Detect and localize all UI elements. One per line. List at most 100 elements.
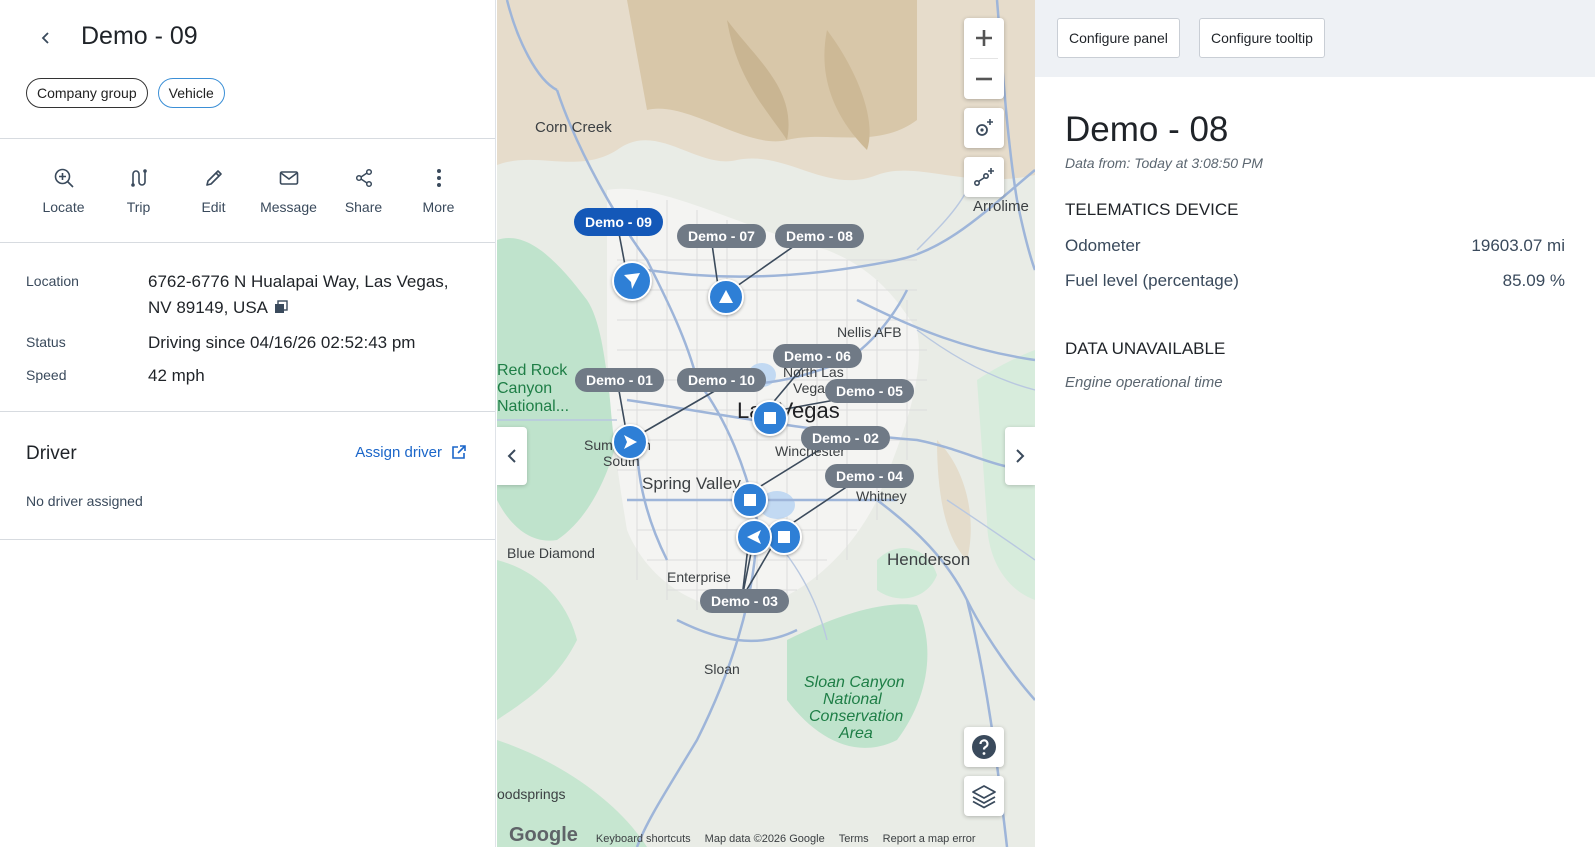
- vehicle-chip[interactable]: Vehicle: [157, 78, 225, 108]
- vehicle-label-demo-02[interactable]: Demo - 02: [801, 426, 890, 450]
- chip-group: Company group Vehicle: [26, 78, 225, 108]
- location-value-wrap: 6762-6776 N Hualapai Way, Las Vegas, NV …: [148, 269, 468, 322]
- vehicle-label-demo-08[interactable]: Demo - 08: [775, 224, 864, 248]
- assign-driver-label: Assign driver: [355, 444, 442, 461]
- map-help-button[interactable]: [964, 727, 1004, 767]
- more-vertical-icon: [436, 168, 441, 187]
- vehicle-label-demo-09[interactable]: Demo - 09: [574, 208, 663, 236]
- label-sloan-conservation: Conservation: [809, 708, 904, 725]
- add-zone-button[interactable]: [964, 108, 1004, 148]
- external-link-icon: [452, 445, 466, 459]
- label-arrolime: Arrolime: [973, 198, 1029, 215]
- vehicle-label-demo-04[interactable]: Demo - 04: [825, 464, 914, 488]
- panel-header: Demo - 09 Company group Vehicle: [0, 0, 495, 139]
- vehicle-label-demo-03[interactable]: Demo - 03: [700, 589, 789, 613]
- label-national: National...: [497, 398, 570, 415]
- vehicle-label-demo-01[interactable]: Demo - 01: [575, 368, 664, 392]
- edit-label: Edit: [201, 198, 226, 215]
- vehicle-marker-demo-09[interactable]: [612, 261, 652, 301]
- vehicle-marker-demo-01[interactable]: [612, 424, 648, 460]
- location-value: 6762-6776 N Hualapai Way, Las Vegas, NV …: [148, 272, 449, 317]
- zoom-in-icon: [54, 168, 74, 188]
- fuel-value: 85.09 %: [1502, 271, 1565, 290]
- plus-icon: [976, 30, 992, 46]
- vehicle-marker-demo-03[interactable]: [736, 519, 772, 555]
- terms-link[interactable]: Terms: [839, 833, 869, 847]
- pencil-icon: [205, 169, 222, 186]
- map-view[interactable]: Corn Creek Arrolime Nellis AFB North Las…: [497, 0, 1035, 847]
- speed-label: Speed: [26, 367, 67, 383]
- chevron-left-icon: [41, 32, 49, 44]
- back-button[interactable]: [34, 26, 58, 50]
- locate-button[interactable]: Locate: [26, 167, 101, 215]
- zoom-out-button[interactable]: [964, 59, 1004, 99]
- more-button[interactable]: More: [401, 167, 476, 215]
- odometer-row: Odometer 19603.07 mi: [1065, 236, 1565, 256]
- location-label: Location: [26, 273, 79, 289]
- fuel-row: Fuel level (percentage) 85.09 %: [1065, 271, 1565, 291]
- unavailable-section-title: DATA UNAVAILABLE: [1065, 339, 1226, 358]
- minus-icon: [976, 77, 992, 81]
- message-label: Message: [260, 198, 317, 215]
- configure-panel-button[interactable]: Configure panel: [1057, 18, 1180, 58]
- app-root: Demo - 09 Company group Vehicle Locate T…: [0, 0, 1595, 847]
- layers-icon: [972, 785, 996, 809]
- add-route-button[interactable]: [964, 157, 1004, 197]
- stopped-square-icon: [744, 494, 756, 506]
- share-button[interactable]: Share: [326, 167, 401, 215]
- driver-title: Driver: [26, 443, 77, 464]
- trip-icon: [130, 168, 147, 187]
- navigation-arrow-icon: [747, 530, 761, 544]
- label-sloan-canyon: Sloan Canyon: [804, 674, 905, 691]
- vehicle-detail-panel: Demo - 09 Company group Vehicle Locate T…: [0, 0, 496, 847]
- label-goodsprings: oodsprings: [497, 786, 566, 802]
- trip-label: Trip: [126, 198, 151, 215]
- speed-value: 42 mph: [148, 366, 205, 385]
- vehicle-marker-demo-07[interactable]: [708, 279, 744, 315]
- navigation-arrow-icon: [624, 273, 640, 289]
- chevron-right-icon: [1016, 449, 1025, 463]
- label-sloan-national: National: [823, 691, 882, 708]
- vehicle-label-demo-05[interactable]: Demo - 05: [825, 379, 914, 403]
- vehicle-label-demo-10[interactable]: Demo - 10: [677, 368, 766, 392]
- vehicle-marker-demo-10[interactable]: [752, 400, 788, 436]
- route-add-icon: [973, 168, 994, 187]
- map-layers-button[interactable]: [964, 776, 1004, 816]
- label-spring-valley: Spring Valley: [642, 474, 741, 493]
- zoom-control: [964, 18, 1004, 99]
- collapse-right-panel-button[interactable]: [1005, 427, 1035, 485]
- company-group-chip[interactable]: Company group: [26, 78, 148, 108]
- status-row: Status Driving since 04/16/26 02:52:43 p…: [26, 330, 468, 356]
- unavailable-item: Engine operational time: [1065, 374, 1223, 391]
- edit-button[interactable]: Edit: [176, 167, 251, 215]
- keyboard-shortcuts-link[interactable]: Keyboard shortcuts: [596, 833, 691, 847]
- locate-label: Locate: [42, 198, 85, 215]
- collapse-left-panel-button[interactable]: [497, 427, 527, 485]
- more-label: More: [422, 198, 455, 215]
- label-henderson: Henderson: [887, 550, 971, 569]
- label-whitney: Whitney: [856, 488, 907, 504]
- assign-driver-link[interactable]: Assign driver: [355, 444, 467, 461]
- stopped-square-icon: [764, 412, 776, 424]
- map-footer: Google Keyboard shortcuts Map data ©2026…: [497, 824, 1035, 847]
- message-button[interactable]: Message: [251, 167, 326, 215]
- vehicle-label-demo-06[interactable]: Demo - 06: [773, 344, 862, 368]
- action-bar: Locate Trip Edit Message Share More: [0, 139, 495, 243]
- trip-button[interactable]: Trip: [101, 167, 176, 215]
- label-blue-diamond: Blue Diamond: [507, 545, 595, 561]
- vehicle-marker-demo-02[interactable]: [732, 482, 768, 518]
- odometer-label: Odometer: [1065, 236, 1141, 255]
- vehicle-info-section: Location 6762-6776 N Hualapai Way, Las V…: [0, 243, 495, 412]
- label-enterprise: Enterprise: [667, 569, 731, 585]
- help-icon: [972, 735, 996, 759]
- zone-add-icon: [976, 119, 993, 136]
- copy-icon[interactable]: [274, 296, 288, 322]
- selected-vehicle-title: Demo - 08: [1065, 110, 1229, 149]
- share-icon: [355, 168, 372, 187]
- label-sloan: Sloan: [704, 661, 740, 677]
- configure-tooltip-button[interactable]: Configure tooltip: [1199, 18, 1325, 58]
- page-title: Demo - 09: [81, 22, 198, 50]
- report-map-error-link[interactable]: Report a map error: [883, 833, 976, 847]
- vehicle-label-demo-07[interactable]: Demo - 07: [677, 224, 766, 248]
- zoom-in-button[interactable]: [964, 18, 1004, 58]
